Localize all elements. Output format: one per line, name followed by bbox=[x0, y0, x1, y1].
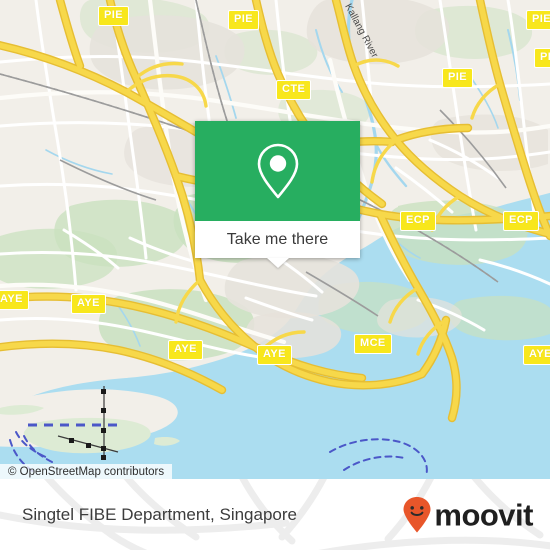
highway-shield[interactable]: AYE bbox=[71, 294, 106, 314]
popup-tail-pointer bbox=[266, 258, 289, 268]
highway-shield[interactable]: ECP bbox=[400, 211, 436, 231]
popup-pin-panel bbox=[195, 121, 360, 221]
popup-action-bar[interactable]: Take me there bbox=[195, 221, 360, 268]
highway-shield[interactable]: AYE bbox=[168, 340, 203, 360]
highway-shield[interactable]: CTE bbox=[276, 80, 312, 100]
moovit-brand-logo[interactable]: moovit bbox=[402, 496, 533, 533]
map-attribution[interactable]: © OpenStreetMap contributors bbox=[0, 464, 173, 479]
location-popup-card[interactable]: Take me there bbox=[195, 121, 360, 268]
highway-shield[interactable]: AYE bbox=[0, 290, 29, 310]
moovit-wordmark: moovit bbox=[434, 497, 533, 532]
page-title: Singtel FIBE Department, Singapore bbox=[22, 504, 297, 524]
highway-shield[interactable]: ECP bbox=[503, 211, 539, 231]
highway-shield[interactable]: PIE bbox=[526, 10, 550, 30]
highway-shield[interactable]: AYE bbox=[257, 345, 292, 365]
highway-shield[interactable]: PIE bbox=[442, 68, 473, 88]
footer-bar: Singtel FIBE Department, Singapore moovi… bbox=[0, 479, 550, 550]
map-canvas[interactable]: Kallang River PIE PIE PIE CTE PIE PIE EC… bbox=[0, 0, 550, 479]
highway-shield[interactable]: PIE bbox=[228, 10, 259, 30]
moovit-smiley-pin-icon bbox=[403, 496, 431, 532]
highway-shield[interactable]: PIE bbox=[534, 48, 550, 68]
map-pin-icon bbox=[257, 143, 298, 199]
highway-shield[interactable]: MCE bbox=[354, 334, 392, 354]
highway-shield[interactable]: PIE bbox=[98, 6, 129, 26]
take-me-there-label: Take me there bbox=[226, 230, 329, 248]
highway-shield[interactable]: AYE bbox=[523, 345, 550, 365]
screenshot-root: Kallang River PIE PIE PIE CTE PIE PIE EC… bbox=[0, 0, 550, 550]
